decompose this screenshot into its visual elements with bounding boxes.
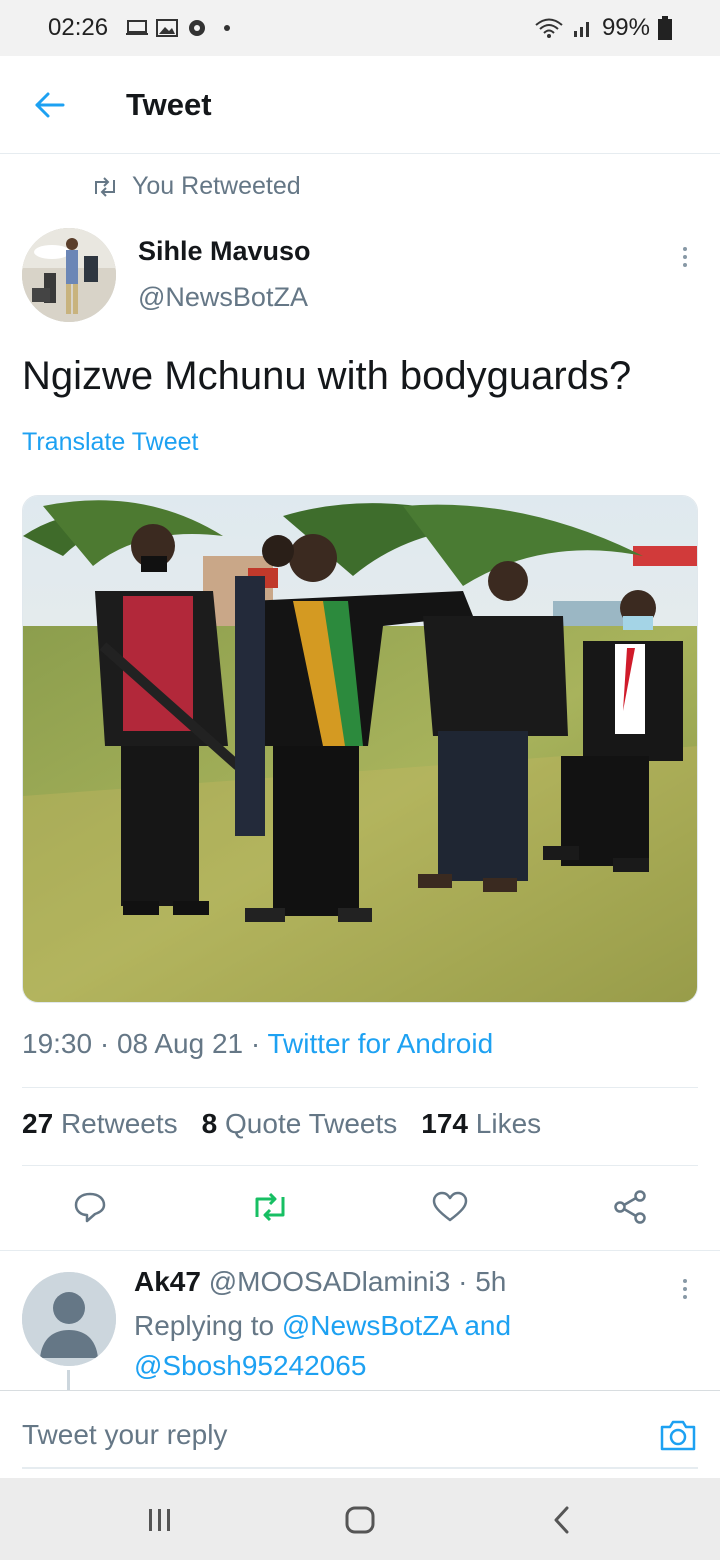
reply-button[interactable] <box>68 1185 112 1229</box>
likes-count: 174 <box>421 1108 468 1139</box>
battery-percent: 99% <box>601 14 650 41</box>
author-name[interactable]: Sihle Mavuso <box>138 236 311 267</box>
reply-author-handle[interactable]: @MOOSADlamini3 <box>209 1266 451 1297</box>
quotes-count: 8 <box>201 1108 218 1139</box>
share-icon <box>614 1190 646 1224</box>
app-header: Tweet <box>0 56 720 154</box>
camera-button[interactable] <box>656 1413 700 1457</box>
translate-tweet-link[interactable]: Translate Tweet <box>22 428 198 457</box>
tweet-more-button[interactable] <box>670 240 700 274</box>
mention-link[interactable]: @NewsBotZA <box>282 1310 457 1341</box>
signal-icon <box>573 22 589 37</box>
reply-composer <box>0 1390 720 1478</box>
tweet-text: Ngizwe Mchunu with bodyguards? <box>22 354 632 398</box>
gallery-icon <box>156 19 179 37</box>
dot <box>683 1279 687 1283</box>
default-avatar-icon <box>22 1272 116 1366</box>
battery-icon <box>658 16 672 40</box>
back-nav-button[interactable] <box>540 1498 584 1542</box>
dot-icon <box>224 25 231 31</box>
retweet-icon <box>255 1192 285 1222</box>
retweets-label: Retweets <box>60 1108 178 1139</box>
recent-apps-button[interactable] <box>138 1498 182 1542</box>
system-nav-bar <box>0 1478 720 1560</box>
tweet-photo[interactable] <box>22 495 698 1003</box>
page-title: Tweet <box>126 86 212 122</box>
back-button[interactable] <box>20 75 80 135</box>
retweets-stat[interactable]: 27 Retweets <box>22 1108 178 1140</box>
chevron-left-icon <box>554 1506 569 1534</box>
reply-icon <box>74 1192 106 1223</box>
retweet-small-icon <box>95 176 115 197</box>
mention-link[interactable]: @Sbosh95242065 <box>134 1350 366 1381</box>
dot <box>683 247 687 251</box>
notification-icons <box>126 19 238 37</box>
likes-stat[interactable]: 174 Likes <box>421 1108 541 1140</box>
home-icon <box>345 1506 375 1534</box>
compose-underline <box>22 1467 698 1469</box>
retweet-context-label: You Retweeted <box>132 172 301 200</box>
replying-prefix: Replying to <box>134 1310 275 1341</box>
reply-header: Ak47 @MOOSADlamini3 · 5h <box>134 1266 506 1298</box>
replying-joiner: and <box>464 1310 512 1341</box>
thread-line <box>67 1370 70 1390</box>
meta-separator: · <box>458 1266 468 1297</box>
quotes-label: Quote Tweets <box>225 1108 398 1139</box>
quotes-stat[interactable]: 8 Quote Tweets <box>202 1108 398 1140</box>
meta-separator: · <box>99 1028 117 1059</box>
retweet-button[interactable] <box>248 1185 292 1229</box>
meta-separator: · <box>250 1028 268 1059</box>
recent-apps-icon <box>149 1509 170 1531</box>
author-avatar-image <box>22 228 116 322</box>
status-time: 02:26 <box>48 14 109 41</box>
tweet-date: 08 Aug 21 <box>116 1028 244 1059</box>
share-button[interactable] <box>608 1185 652 1229</box>
reply-author-name[interactable]: Ak47 <box>134 1266 201 1297</box>
heart-icon <box>432 1191 468 1222</box>
wifi-icon <box>535 18 563 38</box>
author-handle[interactable]: @NewsBotZA <box>138 282 308 313</box>
like-button[interactable] <box>428 1185 472 1229</box>
home-button[interactable] <box>338 1498 382 1542</box>
dot <box>683 1295 687 1299</box>
divider <box>22 1165 698 1166</box>
dot <box>683 263 687 267</box>
retweets-count: 27 <box>22 1108 54 1139</box>
reply-more-button[interactable] <box>670 1272 700 1306</box>
likes-label: Likes <box>475 1108 542 1139</box>
dot <box>683 255 687 259</box>
arrow-left-icon <box>35 92 65 117</box>
camera-icon <box>660 1420 696 1451</box>
reply-input[interactable] <box>22 1413 622 1457</box>
tweet-photo-image <box>23 496 697 1002</box>
divider <box>0 1250 720 1251</box>
status-left: 02:26 <box>48 14 238 42</box>
tweet-stats: 27 Retweets 8 Quote Tweets 174 Likes <box>22 1108 541 1140</box>
reply-avatar[interactable] <box>22 1272 116 1366</box>
author-avatar[interactable] <box>22 228 116 322</box>
tweet-action-bar <box>0 1185 720 1235</box>
status-right: 99% <box>534 14 672 42</box>
status-bar: 02:26 99% <box>0 0 720 56</box>
tweet-time: 19:30 <box>22 1028 93 1059</box>
divider <box>22 1087 698 1088</box>
chrome-icon <box>189 20 206 36</box>
reply-age: 5h <box>475 1266 507 1297</box>
screen-icon <box>126 20 149 35</box>
tweet-meta: 19:30 · 08 Aug 21 · Twitter for Android <box>22 1028 493 1060</box>
dot <box>683 1287 687 1291</box>
retweet-context: You Retweeted <box>92 172 301 201</box>
tweet-source-link[interactable]: Twitter for Android <box>267 1028 493 1059</box>
replying-to: Replying to @NewsBotZA and @Sbosh9524206… <box>134 1306 674 1386</box>
